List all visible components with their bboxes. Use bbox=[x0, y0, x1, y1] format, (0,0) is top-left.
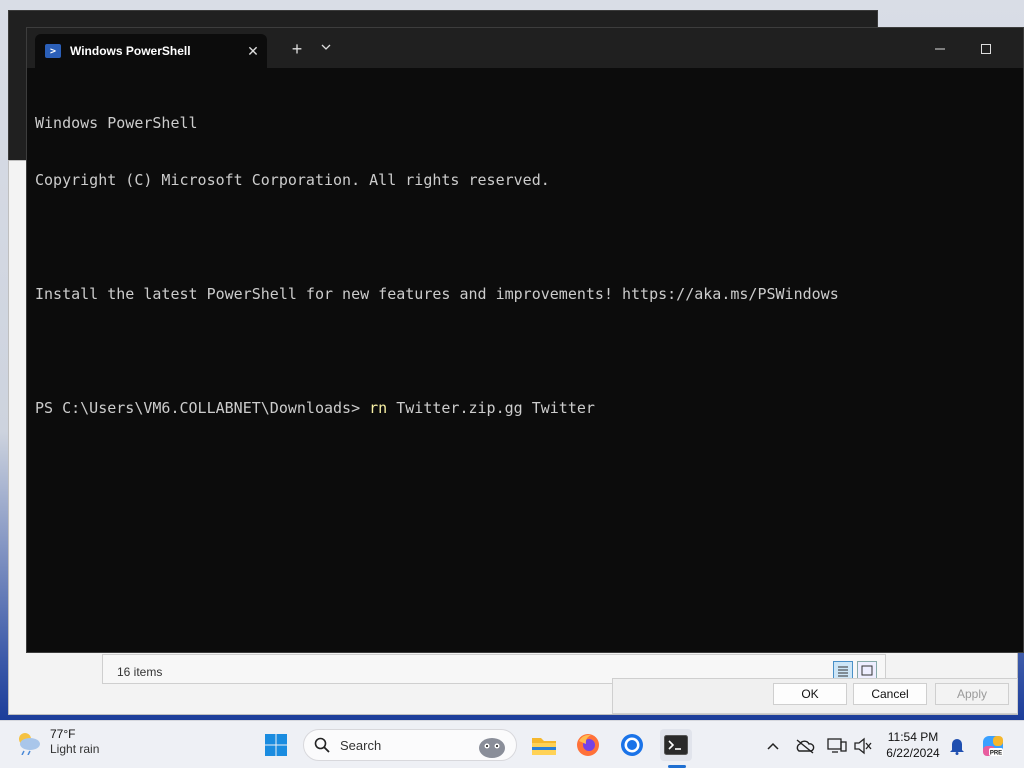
notification-bell-icon bbox=[950, 739, 964, 755]
svg-text:PRE: PRE bbox=[990, 751, 1002, 757]
cancel-button[interactable]: Cancel bbox=[853, 683, 927, 705]
search-icon bbox=[314, 737, 330, 753]
weather-widget[interactable]: 77°F Light rain bbox=[14, 727, 99, 757]
file-explorer-icon bbox=[532, 738, 556, 755]
search-highlight-icon bbox=[479, 738, 505, 758]
tab-title: Windows PowerShell bbox=[70, 44, 191, 58]
volume-icon bbox=[854, 737, 872, 755]
notifications-button[interactable] bbox=[946, 735, 968, 757]
command-name: rn bbox=[369, 399, 388, 417]
maximize-icon bbox=[981, 44, 991, 54]
taskbar-search[interactable]: Search bbox=[303, 729, 517, 761]
copilot-icon: PRE bbox=[983, 736, 1003, 757]
minimize-button[interactable] bbox=[917, 36, 963, 62]
network-tray-button[interactable] bbox=[826, 735, 848, 757]
weather-temp: 77°F bbox=[50, 727, 76, 741]
file-explorer-taskbar-button[interactable] bbox=[528, 729, 560, 761]
apply-button[interactable]: Apply bbox=[935, 683, 1009, 705]
clock-time: 11:54 PM bbox=[887, 730, 939, 744]
large-icons-view-icon bbox=[861, 665, 873, 676]
network-icon bbox=[827, 738, 847, 753]
terminal-taskbar-button[interactable] bbox=[660, 729, 692, 761]
output-line: Install the latest PowerShell for new fe… bbox=[35, 285, 839, 303]
prompt: PS C:\Users\VM6.COLLABNET\Downloads> bbox=[35, 399, 370, 417]
terminal-window: > Windows PowerShell ✕ + Windows PowerSh… bbox=[26, 27, 1024, 653]
tab-close-button[interactable]: ✕ bbox=[239, 43, 267, 60]
command-args: Twitter.zip.gg Twitter bbox=[387, 399, 595, 417]
taskbar-clock[interactable]: 11:54 PM 6/22/2024 bbox=[874, 729, 952, 761]
details-view-icon bbox=[838, 666, 848, 677]
terminal-titlebar[interactable]: > Windows PowerShell ✕ + bbox=[27, 28, 1023, 68]
chevron-up-icon bbox=[767, 742, 779, 750]
tab-dropdown-button[interactable] bbox=[315, 40, 337, 54]
terminal-tab[interactable]: > Windows PowerShell ✕ bbox=[35, 34, 267, 68]
terminal-output[interactable]: Windows PowerShell Copyright (C) Microso… bbox=[27, 68, 1023, 464]
chevron-down-icon bbox=[321, 44, 331, 50]
powershell-icon: > bbox=[45, 44, 61, 58]
onedrive-tray-button[interactable] bbox=[794, 735, 816, 757]
prompt-line[interactable]: PS C:\Users\VM6.COLLABNET\Downloads> rn … bbox=[35, 399, 1015, 418]
weather-desc: Light rain bbox=[50, 742, 100, 756]
search-label: Search bbox=[340, 737, 382, 753]
explorer-item-count: 16 items bbox=[117, 665, 163, 679]
taskbar: 77°F Light rain Search 11:54 PM 6/22/202… bbox=[0, 720, 1024, 768]
onedrive-icon bbox=[796, 739, 815, 754]
output-line: Windows PowerShell bbox=[35, 114, 198, 132]
show-hidden-icons-button[interactable] bbox=[762, 735, 784, 757]
start-icon bbox=[265, 734, 287, 756]
terminal-icon bbox=[664, 735, 688, 755]
chrome-icon bbox=[621, 734, 643, 756]
firefox-taskbar-button[interactable] bbox=[572, 729, 604, 761]
output-line: Copyright (C) Microsoft Corporation. All… bbox=[35, 171, 550, 189]
weather-icon bbox=[19, 733, 40, 755]
maximize-button[interactable] bbox=[963, 36, 1009, 62]
firefox-icon bbox=[577, 734, 599, 756]
new-tab-button[interactable]: + bbox=[285, 38, 309, 60]
chrome-taskbar-button[interactable] bbox=[616, 729, 648, 761]
minimize-icon bbox=[935, 48, 945, 50]
properties-dialog-footer: OK Cancel Apply bbox=[612, 678, 1018, 714]
ok-button[interactable]: OK bbox=[773, 683, 847, 705]
start-button[interactable] bbox=[260, 729, 292, 761]
volume-tray-button[interactable] bbox=[852, 735, 874, 757]
clock-date: 6/22/2024 bbox=[886, 746, 940, 760]
copilot-button[interactable]: PRE bbox=[980, 733, 1006, 759]
